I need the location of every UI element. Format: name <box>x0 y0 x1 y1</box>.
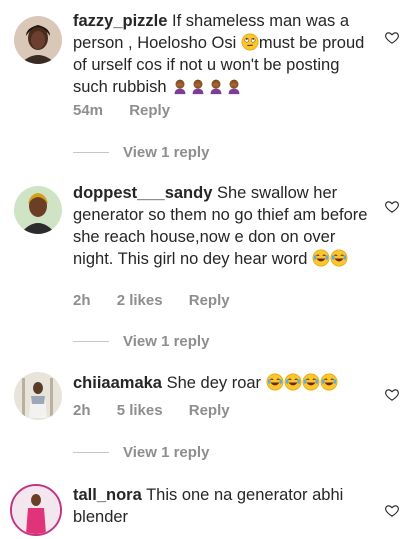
comments-list: fazzy_pizzle If shameless man was a pers… <box>0 0 414 539</box>
view-replies-button[interactable]: View 1 reply <box>73 442 209 462</box>
comment-username[interactable]: chiiaamaka <box>73 374 162 392</box>
view-replies-label[interactable]: View 1 reply <box>123 444 209 461</box>
comment-body: chiiaamaka She dey roar <box>73 372 378 394</box>
replies-divider <box>73 451 109 453</box>
comment-meta: 2h 2 likes Reply <box>73 292 252 309</box>
facepalm-emoji <box>171 77 189 95</box>
replies-divider <box>73 151 109 153</box>
heart-outline-icon[interactable] <box>384 199 400 214</box>
facepalm-emoji <box>189 77 207 95</box>
heart-outline-icon[interactable] <box>384 503 400 518</box>
comment-time: 2h <box>73 292 91 309</box>
view-replies-label[interactable]: View 1 reply <box>123 333 209 350</box>
comment-username[interactable]: tall_nora <box>73 486 142 504</box>
view-replies-button[interactable]: View 1 reply <box>73 142 209 162</box>
comment-username[interactable]: fazzy_pizzle <box>73 12 167 30</box>
reply-button[interactable]: Reply <box>189 402 230 419</box>
avatar[interactable] <box>14 16 62 64</box>
comment-username[interactable]: doppest___sandy <box>73 184 212 202</box>
likes-count[interactable]: 5 likes <box>117 402 163 419</box>
heart-outline-icon[interactable] <box>384 30 400 45</box>
laughing-tears-emoji <box>320 373 338 391</box>
facepalm-emoji <box>207 77 225 95</box>
laughing-tears-emoji <box>312 249 330 267</box>
replies-divider <box>73 340 109 342</box>
comment-meta: 2h 5 likes Reply <box>73 402 252 419</box>
avatar[interactable] <box>14 186 62 234</box>
comment-time: 2h <box>73 402 91 419</box>
laughing-tears-emoji <box>284 373 302 391</box>
likes-count[interactable]: 2 likes <box>117 292 163 309</box>
comment-body: doppest___sandy She swallow her generato… <box>73 182 378 270</box>
eye-roll-emoji <box>241 33 259 51</box>
view-replies-button[interactable]: View 1 reply <box>73 331 209 351</box>
avatar[interactable] <box>10 484 62 536</box>
laughing-tears-emoji <box>302 373 320 391</box>
comment-body: fazzy_pizzle If shameless man was a pers… <box>73 10 378 98</box>
comment-meta: 54m Reply <box>73 102 192 119</box>
comment-text: She dey roar <box>166 374 266 392</box>
view-replies-label[interactable]: View 1 reply <box>123 144 209 161</box>
reply-button[interactable]: Reply <box>129 102 170 119</box>
laughing-tears-emoji <box>266 373 284 391</box>
comment-time: 54m <box>73 102 104 119</box>
reply-button[interactable]: Reply <box>189 292 230 309</box>
comment-body: tall_nora This one na generator abhi ble… <box>73 484 378 528</box>
facepalm-emoji <box>225 77 243 95</box>
laughing-tears-emoji <box>330 249 348 267</box>
heart-outline-icon[interactable] <box>384 387 400 402</box>
avatar[interactable] <box>14 372 62 420</box>
